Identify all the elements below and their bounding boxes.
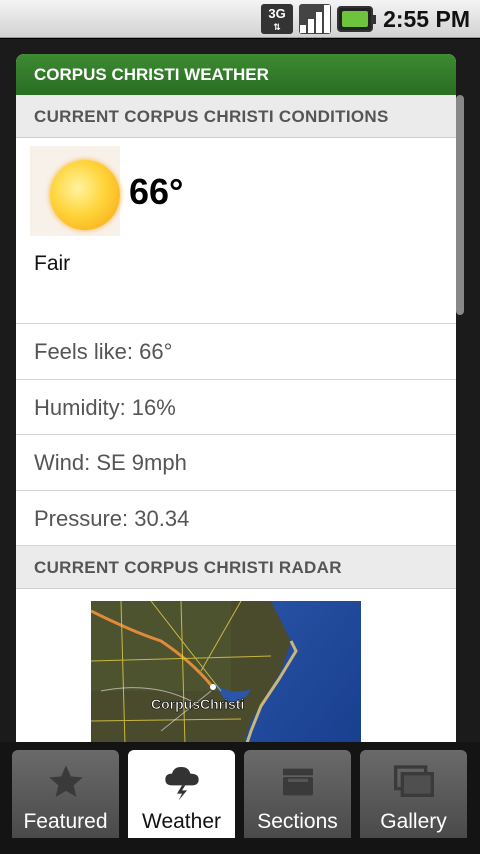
- tab-label: Sections: [257, 810, 338, 833]
- humidity: Humidity: 16%: [16, 380, 456, 435]
- tab-label: Weather: [142, 810, 221, 833]
- tab-label: Featured: [23, 810, 108, 833]
- sections-tray-icon: [244, 760, 351, 804]
- wind: Wind: SE 9mph: [16, 435, 456, 491]
- pressure: Pressure: 30.34: [16, 491, 456, 546]
- current-conditions: 66° Fair: [16, 138, 456, 324]
- conditions-heading: CURRENT CORPUS CHRISTI CONDITIONS: [16, 95, 456, 138]
- temperature: 66°: [129, 171, 184, 212]
- tab-featured[interactable]: Featured: [12, 750, 119, 838]
- gallery-icon: [360, 760, 467, 804]
- radar-city-label: CorpusChristi: [151, 696, 244, 712]
- weather-title: CORPUS CHRISTI WEATHER: [16, 54, 456, 95]
- radar-map[interactable]: CorpusChristi: [91, 601, 361, 742]
- network-3g-icon: 3G ⇅: [261, 4, 294, 34]
- radar-heading: CURRENT CORPUS CHRISTI RADAR: [16, 546, 456, 589]
- network-type: 3G: [268, 6, 286, 21]
- scrollbar[interactable]: [456, 95, 464, 315]
- weather-panel: CORPUS CHRISTI WEATHER CURRENT CORPUS CH…: [16, 54, 456, 742]
- signal-strength-icon: [299, 4, 332, 34]
- bottom-tab-bar: Featured Weather Sections Gallery: [0, 742, 480, 854]
- radar-section: CorpusChristi: [16, 589, 456, 742]
- tab-label: Gallery: [380, 810, 447, 833]
- tab-gallery[interactable]: Gallery: [360, 750, 467, 838]
- star-icon: [12, 760, 119, 804]
- clock: 2:55 PM: [383, 5, 470, 32]
- tab-sections[interactable]: Sections: [244, 750, 351, 838]
- feels-like: Feels like: 66°: [16, 324, 456, 380]
- weather-storm-icon: [128, 760, 235, 804]
- battery-icon: [337, 6, 377, 32]
- sunny-icon: [30, 146, 120, 236]
- status-bar: 3G ⇅ 2:55 PM: [0, 0, 480, 38]
- tab-weather[interactable]: Weather: [128, 750, 235, 838]
- content-area[interactable]: CORPUS CHRISTI WEATHER CURRENT CORPUS CH…: [0, 39, 480, 742]
- condition-text: Fair: [34, 252, 71, 275]
